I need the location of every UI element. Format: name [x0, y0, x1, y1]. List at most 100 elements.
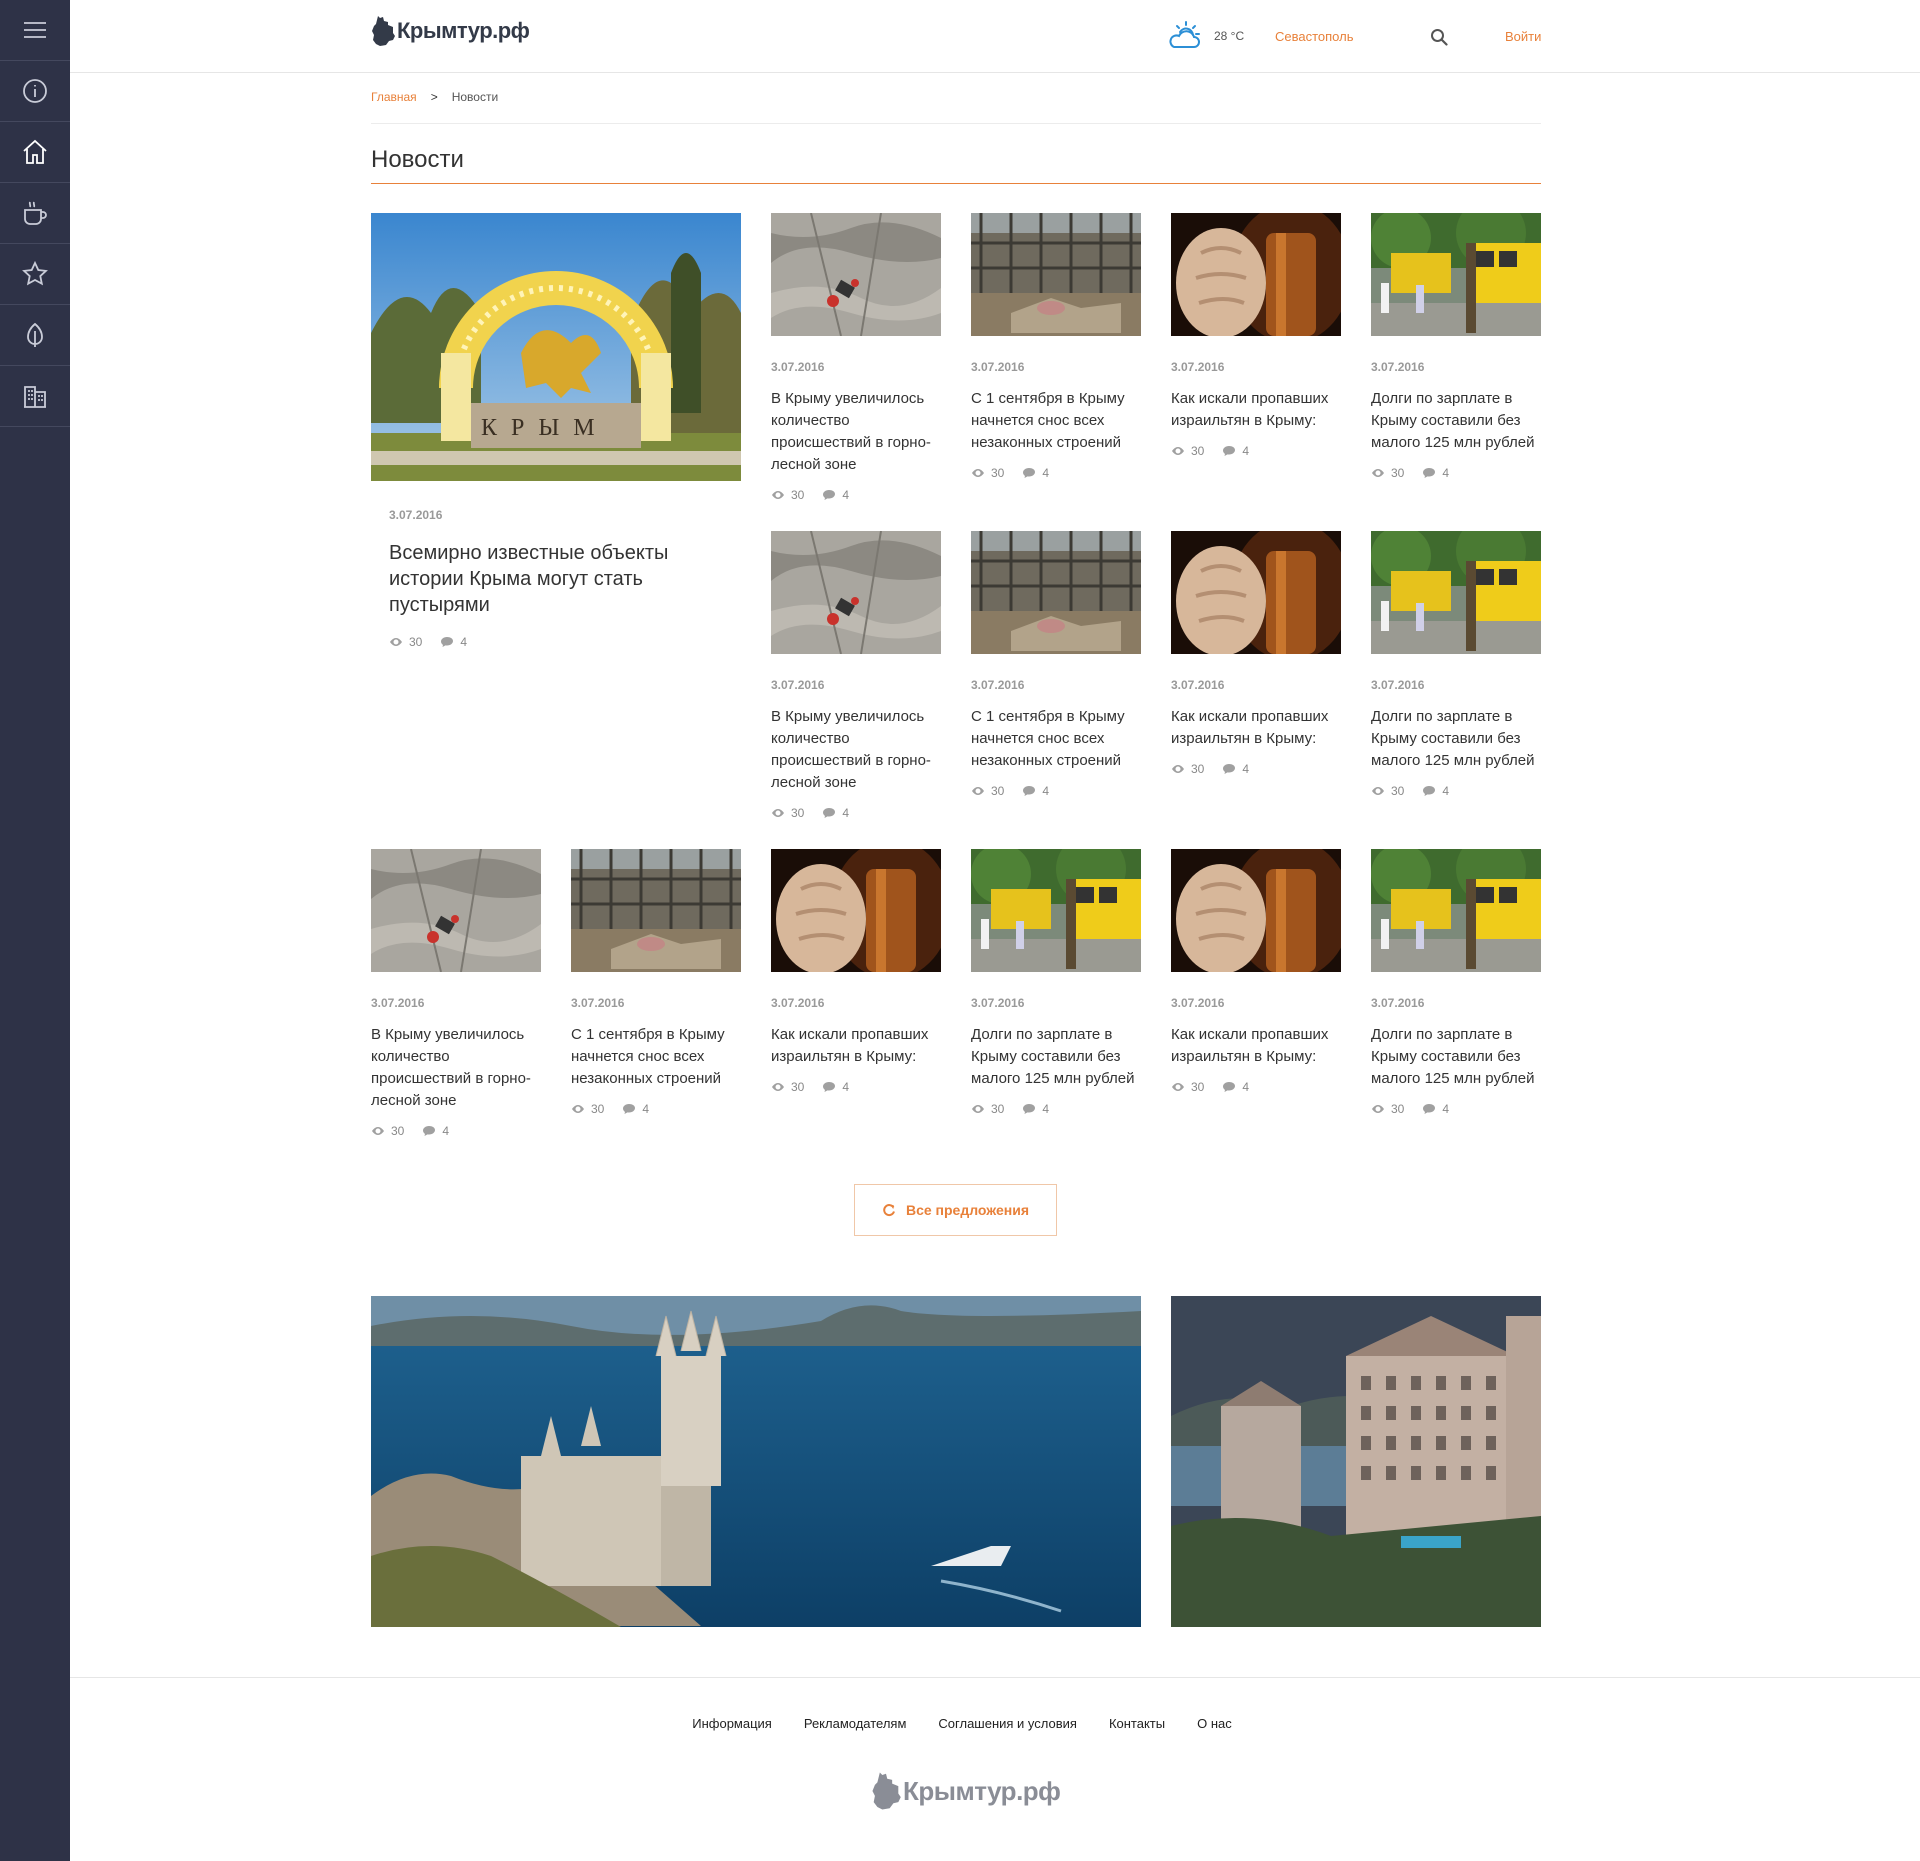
views-count: 30: [1191, 762, 1205, 776]
news-date: 3.07.2016: [971, 360, 1025, 374]
eye-icon: [772, 491, 784, 499]
news-title[interactable]: Долги по зарплате в Крыму составили без …: [1371, 1024, 1541, 1090]
news-stats: 30 4: [1171, 1080, 1341, 1094]
views-count: 30: [991, 784, 1005, 798]
eye-icon: [572, 1105, 584, 1113]
news-date: 3.07.2016: [371, 996, 425, 1010]
news-image[interactable]: [1371, 849, 1541, 972]
sidebar-item-food[interactable]: [0, 183, 70, 244]
sidebar-item-nature[interactable]: [0, 305, 70, 366]
news-image[interactable]: [571, 849, 741, 972]
news-image[interactable]: [771, 849, 941, 972]
featured-news-card: КРЫМ 3.07.2016 Всемирно известные объект…: [371, 213, 741, 649]
comment-icon: [823, 808, 836, 818]
banner-castle[interactable]: [371, 1296, 1141, 1627]
news-card: 3.07.2016 В Крыму увеличилось количество…: [771, 531, 941, 820]
comments-count: 4: [1042, 1102, 1050, 1116]
sidebar-menu-toggle[interactable]: [0, 0, 70, 61]
news-stats: 30 4: [971, 784, 1141, 798]
news-image[interactable]: [1371, 213, 1541, 336]
comments-count: 4: [1442, 1102, 1450, 1116]
news-date: 3.07.2016: [1171, 678, 1225, 692]
news-stats: 30 4: [1171, 762, 1341, 776]
news-title[interactable]: В Крыму увеличилось количество происшест…: [371, 1024, 541, 1112]
breadcrumb-home[interactable]: Главная: [371, 90, 417, 123]
news-title[interactable]: В Крыму увеличилось количество происшест…: [771, 388, 941, 476]
login-link[interactable]: Войти: [1505, 29, 1541, 44]
news-date: 3.07.2016: [771, 360, 825, 374]
news-image[interactable]: [1171, 531, 1341, 654]
news-image[interactable]: [971, 849, 1141, 972]
views-count: 30: [1191, 444, 1205, 458]
news-title[interactable]: Долги по зарплате в Крыму составили без …: [1371, 388, 1541, 454]
buildings-icon: [24, 386, 46, 408]
news-date: 3.07.2016: [771, 996, 825, 1010]
banner-hotel[interactable]: [1171, 1296, 1541, 1627]
news-image[interactable]: [771, 213, 941, 336]
news-title[interactable]: В Крыму увеличилось количество происшест…: [771, 706, 941, 794]
news-date: 3.07.2016: [1171, 360, 1225, 374]
views-count: 30: [591, 1102, 605, 1116]
footer-logo[interactable]: Крымтур.рф: [870, 1768, 1061, 1814]
news-date: 3.07.2016: [971, 678, 1025, 692]
news-image[interactable]: [1171, 849, 1341, 972]
sidebar-item-hotels[interactable]: [0, 366, 70, 427]
news-date: 3.07.2016: [1371, 996, 1425, 1010]
news-date: 3.07.2016: [1371, 360, 1425, 374]
news-title[interactable]: Как искали пропавших израильтян в Крыму:: [1171, 1024, 1341, 1068]
views-count: 30: [391, 1124, 405, 1138]
comments-count: 4: [842, 488, 850, 502]
news-title[interactable]: Как искали пропавших израильтян в Крыму:: [1171, 388, 1341, 432]
views-count: 30: [791, 1080, 805, 1094]
news-stats: 30 4: [971, 466, 1141, 480]
news-title[interactable]: Как искали пропавших израильтян в Крыму:: [1171, 706, 1341, 750]
footer-link-terms[interactable]: Соглашения и условия: [938, 1716, 1077, 1731]
svg-text:КРЫМ: КРЫМ: [481, 415, 609, 441]
site-logo[interactable]: Крымтур.рф: [370, 14, 530, 48]
city-selector[interactable]: Севастополь: [1275, 29, 1354, 44]
search-icon[interactable]: [1430, 28, 1448, 46]
news-image[interactable]: [771, 531, 941, 654]
footer-link-info[interactable]: Информация: [692, 1716, 772, 1731]
eye-icon: [372, 1127, 384, 1135]
footer-link-about[interactable]: О нас: [1197, 1716, 1232, 1731]
comment-icon: [823, 490, 836, 500]
home-icon: [23, 139, 47, 164]
comments-count: 4: [460, 635, 468, 649]
views-count: 30: [1391, 1102, 1405, 1116]
sidebar-item-home[interactable]: [0, 122, 70, 183]
news-date: 3.07.2016: [771, 678, 825, 692]
footer-link-advertisers[interactable]: Рекламодателям: [804, 1716, 907, 1731]
news-card: 3.07.2016 Долги по зарплате в Крыму сост…: [1371, 213, 1541, 480]
news-card: 3.07.2016 С 1 сентября в Крыму начнется …: [971, 531, 1141, 798]
news-title[interactable]: С 1 сентября в Крыму начнется снос всех …: [971, 706, 1141, 772]
comment-icon: [441, 637, 454, 647]
star-icon: [22, 260, 48, 286]
breadcrumb-current: Новости: [451, 90, 499, 104]
news-image[interactable]: [1171, 213, 1341, 336]
news-stats: 30 4: [1371, 784, 1541, 798]
featured-news-title[interactable]: Всемирно известные объекты истории Крыма…: [389, 540, 709, 618]
sidebar-item-info[interactable]: [0, 61, 70, 122]
news-title[interactable]: Как искали пропавших израильтян в Крыму:: [771, 1024, 941, 1068]
news-title[interactable]: С 1 сентября в Крыму начнется снос всех …: [571, 1024, 741, 1090]
news-card: 3.07.2016 В Крыму увеличилось количество…: [371, 849, 541, 1138]
news-title[interactable]: С 1 сентября в Крыму начнется снос всех …: [971, 388, 1141, 454]
featured-news-image[interactable]: КРЫМ: [371, 213, 741, 481]
news-stats: 30 4: [771, 488, 941, 502]
sidebar-item-favorites[interactable]: [0, 244, 70, 305]
comment-icon: [623, 1104, 636, 1114]
news-image[interactable]: [1371, 531, 1541, 654]
footer-link-contacts[interactable]: Контакты: [1109, 1716, 1165, 1731]
news-image[interactable]: [971, 213, 1141, 336]
comment-icon: [1423, 786, 1436, 796]
comment-icon: [1223, 446, 1236, 456]
all-offers-button[interactable]: Все предложения: [854, 1184, 1057, 1236]
comments-count: 4: [1242, 444, 1250, 458]
eye-icon: [1172, 447, 1184, 455]
news-image[interactable]: [971, 531, 1141, 654]
news-image[interactable]: [371, 849, 541, 972]
news-card: 3.07.2016 Как искали пропавших израильтя…: [1171, 531, 1341, 776]
news-title[interactable]: Долги по зарплате в Крыму составили без …: [1371, 706, 1541, 772]
news-title[interactable]: Долги по зарплате в Крыму составили без …: [971, 1024, 1141, 1090]
